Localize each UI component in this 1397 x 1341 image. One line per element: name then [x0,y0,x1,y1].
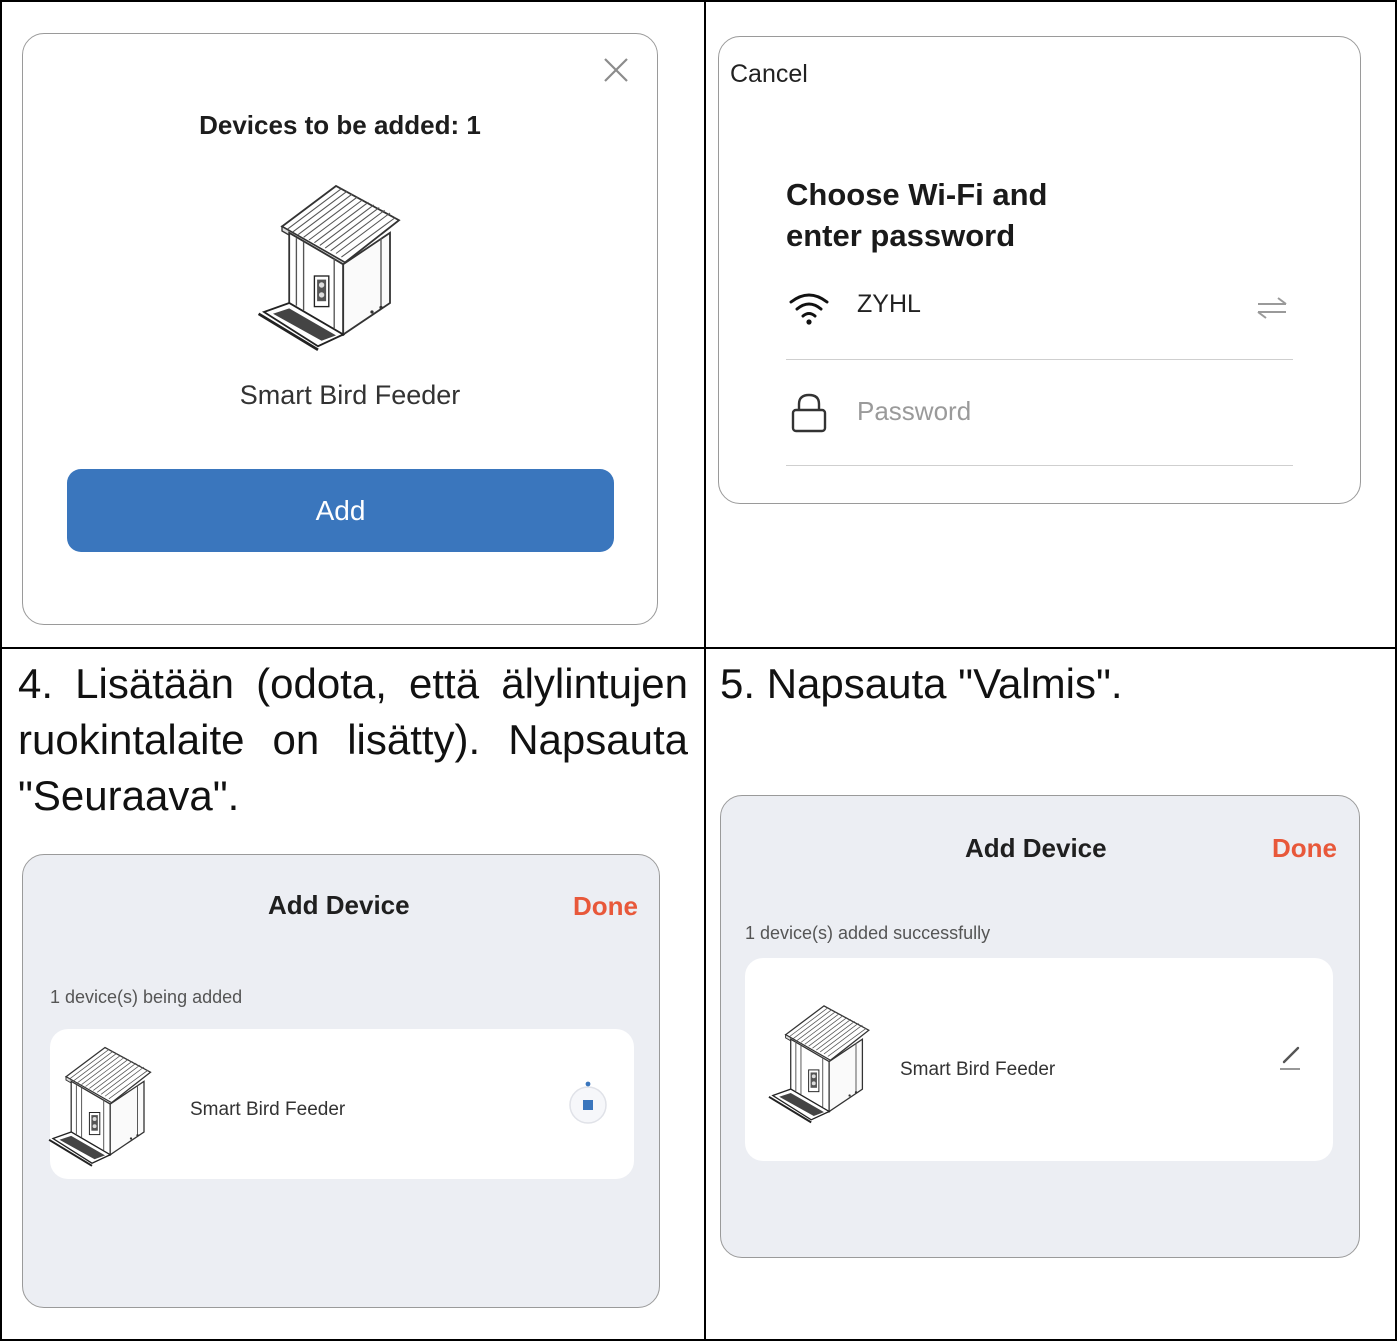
device-name: Smart Bird Feeder [239,380,461,410]
wifi-title-line1: Choose Wi-Fi and [786,177,1048,212]
done-button[interactable]: Done [573,891,638,922]
device-name: Smart Bird Feeder [900,1059,1056,1080]
step-5-instruction: 5. Napsauta "Valmis". [720,660,1123,707]
close-icon[interactable] [596,50,636,90]
step-4-instruction: 4. Lisätään (odota, että älylintujen ruo… [18,660,688,819]
wifi-ssid[interactable]: ZYHL [857,290,921,319]
panel-title: Add Device [965,833,1107,863]
bird-feeder-icon [40,1036,170,1176]
wifi-dialog-title: Choose Wi-Fi and enter password [786,174,1048,256]
ssid-divider [786,359,1293,360]
device-name: Smart Bird Feeder [190,1099,346,1120]
table-row-divider [0,647,1397,649]
done-button[interactable]: Done [1272,833,1337,864]
wifi-title-line2: enter password [786,218,1016,253]
wifi-icon [789,293,829,325]
panel-title: Add Device [268,890,410,920]
status-text: 1 device(s) being added [50,987,243,1007]
bird-feeder-icon [760,996,888,1131]
dialog-title: Devices to be added: 1 [199,110,481,140]
add-button[interactable]: Add [67,469,614,552]
switch-network-icon[interactable] [1254,296,1290,320]
cancel-button[interactable]: Cancel [730,60,808,89]
status-text: 1 device(s) added successfully [745,923,991,943]
password-field[interactable] [857,396,1257,427]
bird-feeder-icon [246,172,426,362]
add-button-label: Add [315,494,366,526]
table-column-divider [704,0,706,1341]
table-border-left [0,0,2,1341]
edit-pencil-icon[interactable] [1276,1042,1304,1072]
password-divider [786,465,1293,466]
loading-spinner-icon [569,1081,607,1124]
table-border-top [0,0,1397,2]
lock-icon [791,393,827,433]
